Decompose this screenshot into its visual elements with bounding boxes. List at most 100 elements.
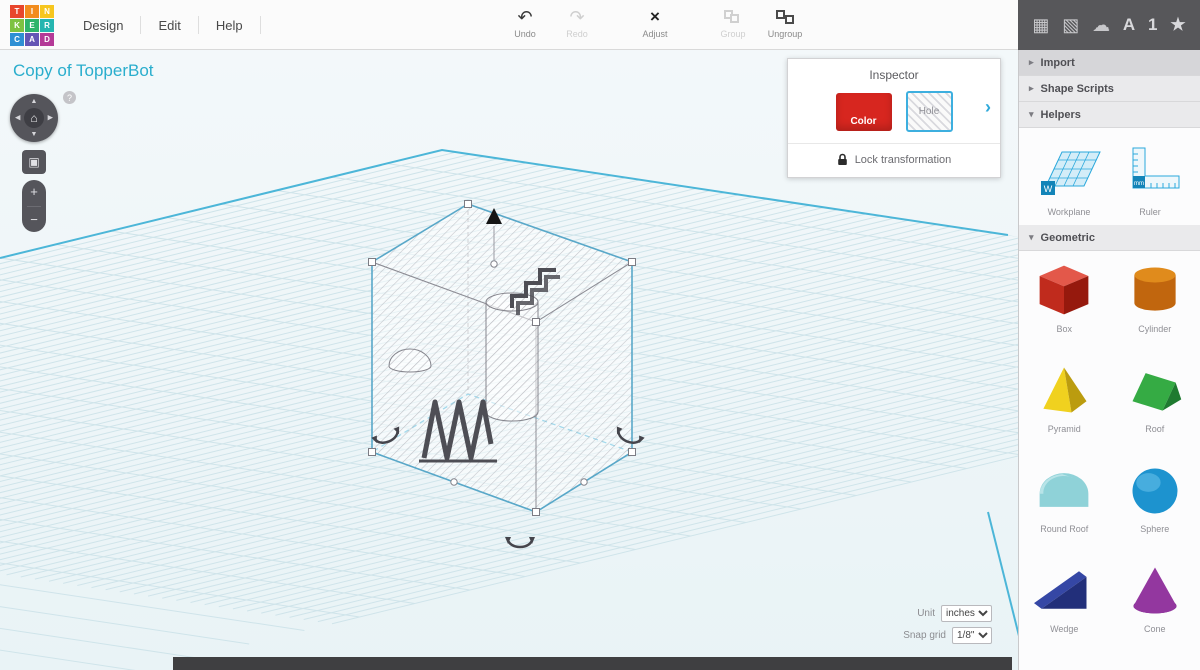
caret-down-icon: ▾ [1029, 232, 1034, 243]
community-shapes-icon[interactable]: ☁ [1092, 15, 1110, 36]
logo-tile: K [10, 19, 24, 32]
redo-icon: ↷ [569, 6, 584, 28]
geometric-shapes-grid: Box Cylinder Pyramid Roof [1019, 251, 1200, 670]
undo-button[interactable]: ↶ Undo [506, 6, 544, 39]
rotate-right-icon[interactable]: ▶ [48, 115, 53, 122]
logo-tile: R [40, 19, 54, 32]
caret-down-icon: ▾ [1029, 109, 1034, 120]
group-label: Group [720, 29, 745, 39]
color-swatch[interactable]: Color [836, 93, 892, 131]
shape-round-roof[interactable]: Round Roof [1019, 461, 1110, 561]
helper-ruler[interactable]: mm Ruler [1115, 142, 1185, 217]
shape-label: Workplane [1048, 207, 1091, 217]
favorites-icon[interactable]: ★ [1170, 15, 1185, 35]
shape-cylinder[interactable]: Cylinder [1110, 261, 1200, 361]
adjust-button[interactable]: × Adjust [636, 6, 674, 39]
fit-view-button[interactable]: ▣ [22, 150, 46, 174]
shape-label: Sphere [1140, 524, 1169, 534]
ungroup-icon [776, 10, 794, 25]
shape-cone[interactable]: Cone [1110, 561, 1200, 661]
zoom-out-button[interactable]: − [30, 214, 38, 226]
section-import-label: Import [1041, 57, 1075, 69]
redo-button[interactable]: ↷ Redo [558, 6, 596, 39]
text-shapes-icon[interactable]: A [1123, 15, 1135, 35]
view-controls: ▲ ▼ ◀ ▶ ⌂ ? ▣ + − [10, 94, 90, 232]
roof-shape-icon [1125, 361, 1185, 419]
ungroup-button[interactable]: Ungroup [766, 6, 804, 39]
menu-design[interactable]: Design [66, 18, 140, 33]
main-menu: Design Edit Help [66, 0, 261, 50]
shape-label: Cylinder [1138, 324, 1171, 334]
group-icon [724, 10, 742, 25]
rotate-left-icon[interactable]: ◀ [15, 115, 20, 122]
view-navigation-pad[interactable]: ▲ ▼ ◀ ▶ ⌂ ? [10, 94, 58, 142]
snap-grid-select[interactable]: 1/8" [952, 627, 992, 644]
zoom-controls[interactable]: + − [22, 180, 46, 232]
toolbar-actions: ↶ Undo ↷ Redo × Adjust Group Ungroup [506, 6, 804, 39]
grid-settings: Unit inches Snap grid 1/8" [903, 605, 992, 644]
tinkercad-logo[interactable]: T I N K E R C A D [10, 5, 54, 46]
shape-roof[interactable]: Roof [1110, 361, 1200, 461]
group-button[interactable]: Group [714, 6, 752, 39]
ungroup-label: Ungroup [768, 29, 803, 39]
svg-text:W: W [1044, 184, 1053, 194]
workplane-icon: W [1034, 142, 1104, 198]
bottom-bar [173, 657, 1012, 670]
shape-label: Round Roof [1040, 524, 1088, 534]
shape-label: Cone [1144, 624, 1166, 634]
solid-shapes-icon[interactable]: ▧ [1062, 15, 1079, 36]
shape-label: Box [1056, 324, 1072, 334]
helpers-content: W Workplane mm Ruler [1019, 128, 1200, 225]
shape-sphere[interactable]: Sphere [1110, 461, 1200, 561]
fit-view-icon: ▣ [28, 155, 39, 169]
logo-tile: A [25, 33, 39, 46]
shape-box[interactable]: Box [1019, 261, 1110, 361]
shape-pyramid[interactable]: Pyramid [1019, 361, 1110, 461]
unit-label: Unit [917, 608, 935, 619]
number-shapes-icon[interactable]: 1 [1148, 15, 1157, 35]
shape-label: Ruler [1139, 207, 1161, 217]
mid-edge-handle[interactable] [581, 479, 587, 485]
logo-tile: I [25, 5, 39, 18]
redo-label: Redo [566, 29, 588, 39]
unit-select[interactable]: inches [941, 605, 992, 622]
section-geometric[interactable]: ▾ Geometric [1019, 225, 1200, 251]
shape-label: Wedge [1050, 624, 1078, 634]
shape-label: Roof [1145, 424, 1164, 434]
helper-workplane[interactable]: W Workplane [1034, 142, 1104, 217]
all-shapes-icon[interactable]: ▦ [1032, 15, 1049, 36]
shapes-sidebar: ▸ Import ▸ Shape Scripts ▾ Helpers W Wor… [1018, 50, 1200, 670]
hole-swatch[interactable]: Hole [906, 91, 953, 132]
logo-tile: C [10, 33, 24, 46]
color-swatch-label: Color [850, 116, 876, 127]
section-shape-scripts[interactable]: ▸ Shape Scripts [1019, 76, 1200, 102]
mid-edge-handle[interactable] [451, 479, 457, 485]
inspector-panel: Inspector Color Hole › Lock transformati… [787, 58, 1001, 178]
zoom-in-button[interactable]: + [30, 186, 38, 198]
caret-right-icon: ▸ [1029, 83, 1034, 94]
zoom-divider [27, 206, 41, 207]
caret-right-icon: ▸ [1029, 57, 1034, 68]
rotate-up-icon[interactable]: ▲ [31, 98, 38, 105]
design-title[interactable]: Copy of TopperBot [13, 61, 154, 81]
section-helpers[interactable]: ▾ Helpers [1019, 102, 1200, 128]
inspector-expand-icon[interactable]: › [985, 97, 991, 118]
viewport-3d[interactable]: Copy of TopperBot ▲ ▼ ◀ ▶ ⌂ ? ▣ + − Insp… [0, 50, 1018, 670]
logo-tile: N [40, 5, 54, 18]
sphere-shape-icon [1125, 461, 1185, 519]
menu-edit[interactable]: Edit [141, 18, 197, 33]
section-helpers-label: Helpers [1041, 109, 1081, 121]
selected-model[interactable] [369, 201, 645, 548]
rotate-down-icon[interactable]: ▼ [31, 131, 38, 138]
inner-cylinder [486, 302, 538, 421]
shape-wedge[interactable]: Wedge [1019, 561, 1110, 661]
ruler-icon: mm [1115, 142, 1185, 198]
section-import[interactable]: ▸ Import [1019, 50, 1200, 76]
top-handle-dot[interactable] [491, 261, 497, 267]
section-shape-scripts-label: Shape Scripts [1041, 83, 1114, 95]
help-tip-button[interactable]: ? [63, 91, 76, 104]
snap-grid-label: Snap grid [903, 630, 946, 641]
home-view-icon[interactable]: ⌂ [24, 108, 44, 128]
menu-help[interactable]: Help [199, 18, 260, 33]
lock-transformation-toggle[interactable]: Lock transformation [788, 143, 1000, 177]
